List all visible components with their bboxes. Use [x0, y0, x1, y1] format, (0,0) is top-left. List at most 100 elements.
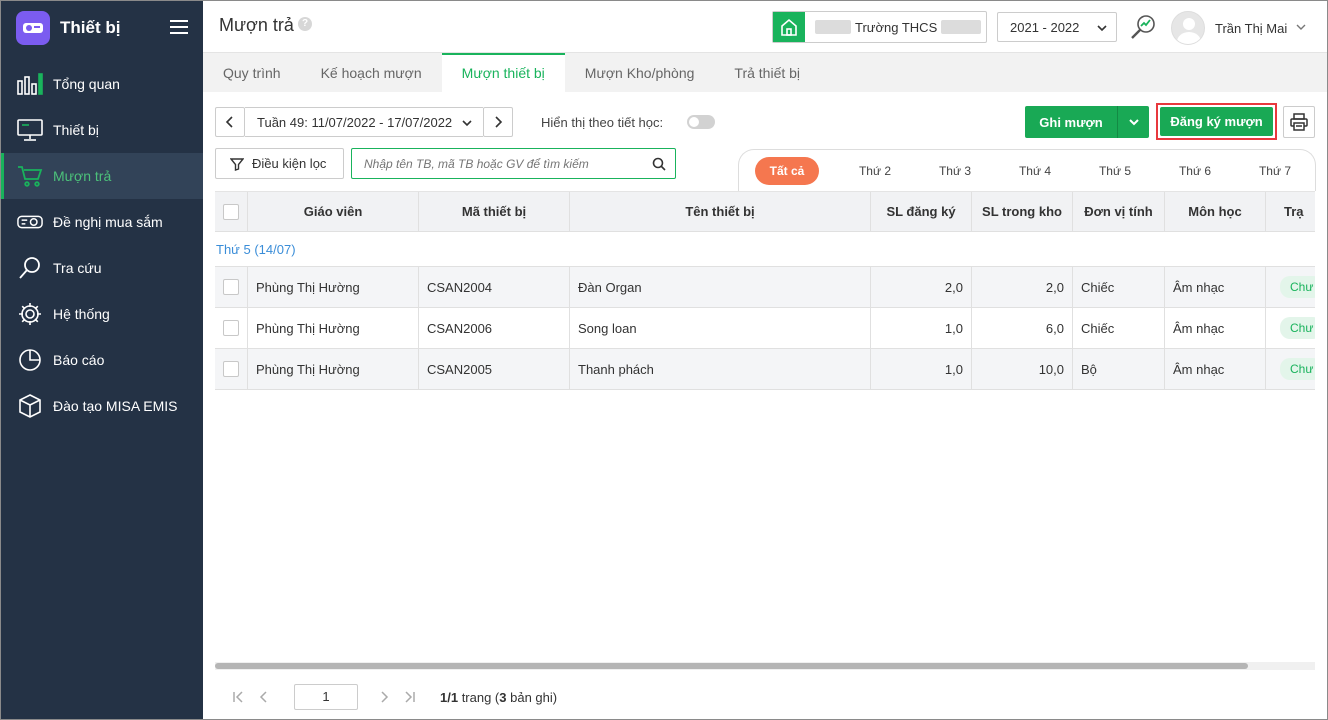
sidebar-item-devices[interactable]: Thiết bị	[0, 107, 203, 153]
week-range-value: Tuần 49: 11/07/2022 - 17/07/2022	[257, 114, 453, 130]
page-info-suffix: bản ghi)	[506, 689, 558, 705]
tab-borrow-room[interactable]: Mượn Kho/phòng	[565, 53, 715, 92]
sidebar-item-lookup[interactable]: Tra cứu	[0, 245, 203, 291]
user-menu[interactable]: Trần Thị Mai	[1171, 11, 1307, 45]
tab-return-device[interactable]: Trả thiết bị	[714, 53, 820, 92]
chevron-down-icon	[1096, 22, 1108, 37]
sidebar-item-purchase-request[interactable]: Đề nghị mua sắm	[0, 199, 203, 245]
school-year-value: 2021 - 2022	[1010, 19, 1080, 35]
projector-logo-icon	[16, 11, 50, 45]
sidebar-item-training[interactable]: Đào tạo MISA EMIS	[0, 383, 203, 429]
cell-subject: Âm nhạc	[1165, 308, 1266, 348]
help-icon[interactable]: ?	[298, 17, 312, 31]
cell-name: Song loan	[570, 308, 871, 348]
search-input[interactable]	[352, 149, 675, 178]
status-badge: Chư	[1280, 358, 1315, 380]
last-page-icon[interactable]	[400, 691, 420, 703]
day-filter-all[interactable]: Tất cả	[755, 156, 819, 185]
cell-unit: Bộ	[1073, 349, 1165, 389]
box-icon	[17, 393, 43, 419]
cell-teacher: Phùng Thị Hường	[248, 349, 419, 389]
column-header: Mã thiết bị	[419, 192, 570, 231]
day-filter-tue[interactable]: Thứ 3	[915, 164, 995, 178]
chevron-down-icon	[461, 117, 473, 132]
group-row-label: Thứ 5 (14/07)	[215, 232, 1315, 267]
day-filter-mon[interactable]: Thứ 2	[835, 164, 915, 178]
monitor-icon	[17, 117, 43, 143]
tab-borrow-plan[interactable]: Kế hoạch mượn	[301, 53, 442, 92]
record-borrow-dropdown[interactable]	[1117, 106, 1149, 138]
sidebar-item-label: Báo cáo	[53, 352, 105, 368]
page-title: Mượn trả	[219, 15, 294, 35]
sidebar-item-label: Tổng quan	[53, 76, 120, 92]
table-row[interactable]: Phùng Thị Hường CSAN2006 Song loan 1,0 6…	[215, 308, 1315, 349]
select-all-checkbox[interactable]	[223, 203, 239, 220]
school-selector[interactable]: Trường THCS	[772, 11, 987, 43]
day-filter-thu[interactable]: Thứ 5	[1075, 164, 1155, 178]
school-year-select[interactable]: 2021 - 2022	[997, 12, 1117, 42]
cart-icon	[17, 163, 43, 189]
sidebar-item-overview[interactable]: Tổng quan	[0, 61, 203, 107]
tab-process[interactable]: Quy trình	[203, 53, 301, 92]
week-range-select[interactable]: Tuần 49: 11/07/2022 - 17/07/2022	[245, 107, 483, 137]
column-header: Tên thiết bị	[570, 192, 871, 231]
pagination: 1 1/1 trang (3 bản ghi)	[228, 684, 557, 710]
user-name: Trần Thị Mai	[1215, 20, 1288, 36]
search-icon[interactable]	[652, 157, 666, 174]
next-page-icon[interactable]	[374, 691, 394, 703]
select-all-cell	[215, 192, 248, 231]
sidebar-item-borrow-return[interactable]: Mượn trả	[0, 153, 203, 199]
search-tool-icon[interactable]	[1129, 13, 1157, 44]
cell-qty-stock: 6,0	[972, 308, 1073, 348]
record-borrow-button-group: Ghi mượn	[1025, 106, 1149, 138]
table-row[interactable]: Phùng Thị Hường CSAN2004 Đàn Organ 2,0 2…	[215, 267, 1315, 308]
scrollbar-thumb[interactable]	[215, 663, 1248, 669]
filter-icon	[230, 157, 244, 171]
day-filter-fri[interactable]: Thứ 6	[1155, 164, 1235, 178]
tab-borrow-device[interactable]: Mượn thiết bị	[441, 53, 565, 92]
sidebar-item-reports[interactable]: Báo cáo	[0, 337, 203, 383]
record-count: 3	[499, 689, 507, 705]
horizontal-scrollbar[interactable]	[215, 662, 1315, 670]
cell-qty-stock: 2,0	[972, 267, 1073, 307]
show-by-period-toggle[interactable]	[687, 115, 715, 129]
next-week-button[interactable]	[483, 107, 513, 137]
app-title: Thiết bị	[60, 18, 121, 37]
first-page-icon[interactable]	[228, 691, 248, 703]
hamburger-menu-icon[interactable]	[170, 20, 188, 34]
row-checkbox[interactable]	[223, 279, 239, 295]
sidebar-item-system[interactable]: Hệ thống	[0, 291, 203, 337]
day-filter-sat[interactable]: Thứ 7	[1235, 164, 1315, 178]
cell-teacher: Phùng Thị Hường	[248, 267, 419, 307]
filter-button[interactable]: Điều kiện lọc	[215, 148, 344, 179]
pie-chart-icon	[17, 347, 43, 373]
column-header: Môn học	[1165, 192, 1266, 231]
prev-page-icon[interactable]	[254, 691, 274, 703]
day-filter-wed[interactable]: Thứ 4	[995, 164, 1075, 178]
table-header: Giáo viên Mã thiết bị Tên thiết bị SL đă…	[215, 192, 1315, 232]
cell-name: Thanh phách	[570, 349, 871, 389]
sidebar-item-label: Đề nghị mua sắm	[53, 214, 163, 230]
page-info-text: trang (	[458, 689, 500, 705]
school-name: Trường THCS	[855, 19, 938, 35]
sidebar-item-label: Tra cứu	[53, 260, 102, 276]
cell-code: CSAN2005	[419, 349, 570, 389]
prev-week-button[interactable]	[215, 107, 245, 137]
row-checkbox[interactable]	[223, 320, 239, 336]
status-badge: Chư	[1280, 276, 1315, 298]
dashboard-icon	[17, 71, 43, 97]
show-by-period-label: Hiển thị theo tiết học:	[541, 115, 664, 130]
borrow-table: Giáo viên Mã thiết bị Tên thiết bị SL đă…	[215, 191, 1315, 661]
page-number-input[interactable]: 1	[294, 684, 358, 710]
column-header: Trạ	[1284, 204, 1304, 219]
print-button[interactable]	[1283, 106, 1315, 138]
column-header: Đơn vị tính	[1073, 192, 1165, 231]
row-checkbox[interactable]	[223, 361, 239, 377]
cell-qty-stock: 10,0	[972, 349, 1073, 389]
register-borrow-button[interactable]: Đăng ký mượn	[1160, 107, 1273, 136]
sidebar-item-label: Hệ thống	[53, 306, 110, 322]
avatar	[1171, 11, 1205, 45]
record-borrow-button[interactable]: Ghi mượn	[1025, 106, 1117, 138]
table-row[interactable]: Phùng Thị Hường CSAN2005 Thanh phách 1,0…	[215, 349, 1315, 390]
cell-qty-registered: 1,0	[871, 308, 972, 348]
